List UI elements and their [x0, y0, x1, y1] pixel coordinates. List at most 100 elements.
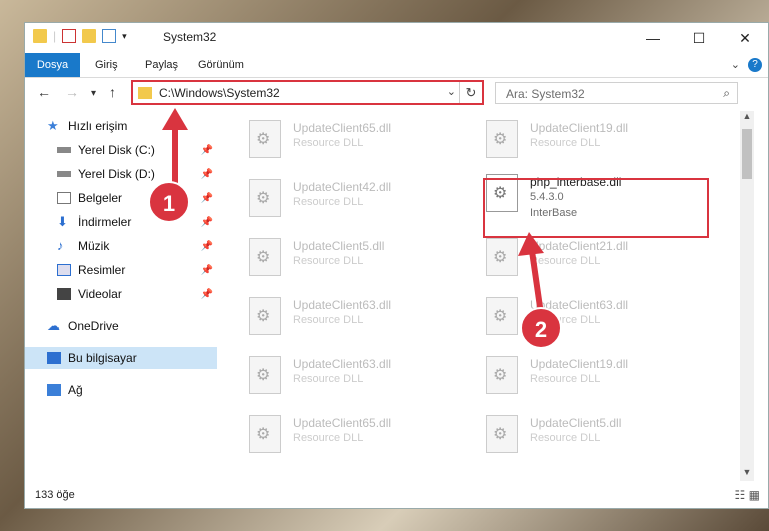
pin-icon[interactable]: 📌: [201, 169, 213, 180]
folder-icon: [33, 29, 47, 43]
file-name: UpdateClient19.dll: [530, 121, 629, 135]
file-name: UpdateClient42.dll: [293, 180, 392, 194]
music-icon: ♪: [57, 238, 64, 253]
window-title: System32: [163, 30, 217, 44]
file-description: Resource DLL: [293, 314, 364, 326]
sidebar-item-label: Hızlı erişim: [68, 119, 128, 133]
sidebar-item-onedrive[interactable]: ☁ OneDrive: [25, 315, 217, 337]
chevron-down-icon[interactable]: ▾: [122, 31, 127, 42]
pin-icon[interactable]: 📌: [201, 241, 213, 252]
file-name: UpdateClient65.dll: [293, 121, 392, 135]
cloud-icon: ☁: [47, 318, 60, 333]
file-description: Resource DLL: [530, 137, 601, 149]
forward-icon[interactable]: →: [65, 84, 79, 100]
step-badge-1: 1: [148, 181, 190, 223]
tab-file[interactable]: Dosya: [25, 53, 80, 77]
list-item[interactable]: UpdateClient5.dll Resource DLL: [243, 233, 453, 279]
drive-icon: [57, 147, 71, 153]
list-item[interactable]: UpdateClient65.dll Resource DLL: [243, 115, 453, 161]
pin-icon[interactable]: 📌: [201, 217, 213, 228]
refresh-icon[interactable]: ↻: [459, 82, 482, 103]
up-icon[interactable]: ↑: [109, 84, 116, 100]
view-toggle[interactable]: ☷ ▦: [735, 488, 760, 502]
minimize-button[interactable]: —: [630, 23, 676, 53]
sidebar-item-music[interactable]: ♪ Müzik 📌: [25, 235, 217, 257]
vertical-scrollbar[interactable]: ▲ ▼: [740, 111, 754, 481]
sidebar-item-label: OneDrive: [68, 319, 119, 333]
file-name: UpdateClient65.dll: [293, 416, 392, 430]
file-name: UpdateClient5.dll: [293, 239, 385, 253]
sidebar-item-label: Yerel Disk (D:): [78, 167, 155, 181]
file-name: UpdateClient63.dll: [293, 298, 392, 312]
folder-icon: [138, 87, 152, 99]
address-path[interactable]: C:\Windows\System32: [159, 86, 280, 100]
tab-home[interactable]: Giriş: [95, 53, 118, 77]
sidebar-item-label: Bu bilgisayar: [68, 351, 137, 365]
sidebar-item-this-pc[interactable]: Bu bilgisayar: [25, 347, 217, 369]
star-icon: ★: [47, 118, 59, 133]
sidebar-item-network[interactable]: Ağ: [25, 379, 217, 401]
list-item[interactable]: UpdateClient19.dll Resource DLL: [480, 115, 690, 161]
annotation-arrow-1: [162, 108, 188, 185]
sidebar-item-label: Yerel Disk (C:): [78, 143, 155, 157]
scroll-down-icon[interactable]: ▼: [740, 467, 754, 481]
search-input[interactable]: Ara: System32 ⌕: [495, 82, 738, 104]
chevron-down-icon[interactable]: ⌄: [447, 85, 456, 98]
large-icons-view-icon[interactable]: ▦: [749, 488, 760, 502]
window-controls: — ☐ ✕: [630, 23, 768, 53]
sidebar-item-videos[interactable]: Videolar 📌: [25, 283, 217, 305]
dll-file-icon: [486, 120, 518, 158]
maximize-button[interactable]: ☐: [676, 23, 722, 53]
list-item[interactable]: UpdateClient5.dll Resource DLL: [480, 410, 690, 456]
pin-icon[interactable]: 📌: [201, 193, 213, 204]
tab-share[interactable]: Paylaş: [145, 53, 178, 77]
scroll-up-icon[interactable]: ▲: [740, 111, 754, 125]
pin-icon[interactable]: 📌: [201, 145, 213, 156]
list-item[interactable]: UpdateClient63.dll Resource DLL: [243, 292, 453, 338]
file-name: UpdateClient63.dll: [293, 357, 392, 371]
details-view-icon[interactable]: ☷: [735, 488, 746, 502]
item-count: 133 öğe: [35, 489, 75, 501]
search-icon[interactable]: ⌕: [723, 86, 730, 101]
file-explorer-window: | ▾ System32 — ☐ ✕ Dosya Giriş Paylaş Gö…: [24, 22, 769, 509]
back-icon[interactable]: ←: [37, 84, 51, 100]
help-icon[interactable]: ?: [748, 58, 762, 72]
file-description: Resource DLL: [293, 432, 364, 444]
list-item[interactable]: UpdateClient65.dll Resource DLL: [243, 410, 453, 456]
scrollbar-thumb[interactable]: [742, 129, 752, 179]
file-description: Resource DLL: [530, 432, 601, 444]
file-description: Resource DLL: [530, 373, 601, 385]
file-name: UpdateClient19.dll: [530, 357, 629, 371]
drive-icon: [57, 171, 71, 177]
dll-file-icon: [249, 179, 281, 217]
sidebar-item-label: Müzik: [78, 239, 110, 253]
new-folder-icon[interactable]: [82, 29, 97, 43]
sidebar-item-label: İndirmeler: [78, 215, 132, 229]
list-item[interactable]: UpdateClient19.dll Resource DLL: [480, 351, 690, 397]
pin-icon[interactable]: 📌: [201, 289, 213, 300]
properties-icon[interactable]: [62, 29, 77, 43]
pin-icon[interactable]: 📌: [201, 265, 213, 276]
sidebar-item-pictures[interactable]: Resimler 📌: [25, 259, 217, 281]
ribbon-tabs: Dosya Giriş Paylaş Görünüm ⌄ ?: [25, 53, 768, 78]
sidebar-item-downloads[interactable]: ⬇ İndirmeler 📌: [25, 211, 217, 233]
close-button[interactable]: ✕: [722, 23, 768, 53]
navigation-bar: ← → ▾ ↑ C:\Windows\System32 ⌄ ↻ Ara: Sys…: [25, 79, 768, 107]
picture-icon: [57, 264, 71, 276]
list-item[interactable]: UpdateClient63.dll Resource DLL: [243, 351, 453, 397]
sidebar-item-label: Ağ: [68, 383, 83, 397]
dll-file-icon: [249, 415, 281, 453]
tab-view[interactable]: Görünüm: [198, 53, 244, 77]
dll-file-icon: [486, 415, 518, 453]
file-description: Resource DLL: [293, 255, 364, 267]
list-item[interactable]: UpdateClient42.dll Resource DLL: [243, 174, 453, 220]
file-list: UpdateClient65.dll Resource DLL UpdateCl…: [217, 111, 740, 481]
network-icon: [47, 384, 61, 396]
recent-locations-icon[interactable]: ▾: [91, 88, 96, 99]
expand-ribbon-icon[interactable]: ⌄: [731, 58, 740, 71]
computer-icon: [47, 352, 61, 364]
sidebar-item-label: Videolar: [78, 287, 122, 301]
video-icon: [57, 288, 71, 300]
customize-toolbar-icon[interactable]: [102, 29, 117, 43]
dll-file-icon: [486, 356, 518, 394]
